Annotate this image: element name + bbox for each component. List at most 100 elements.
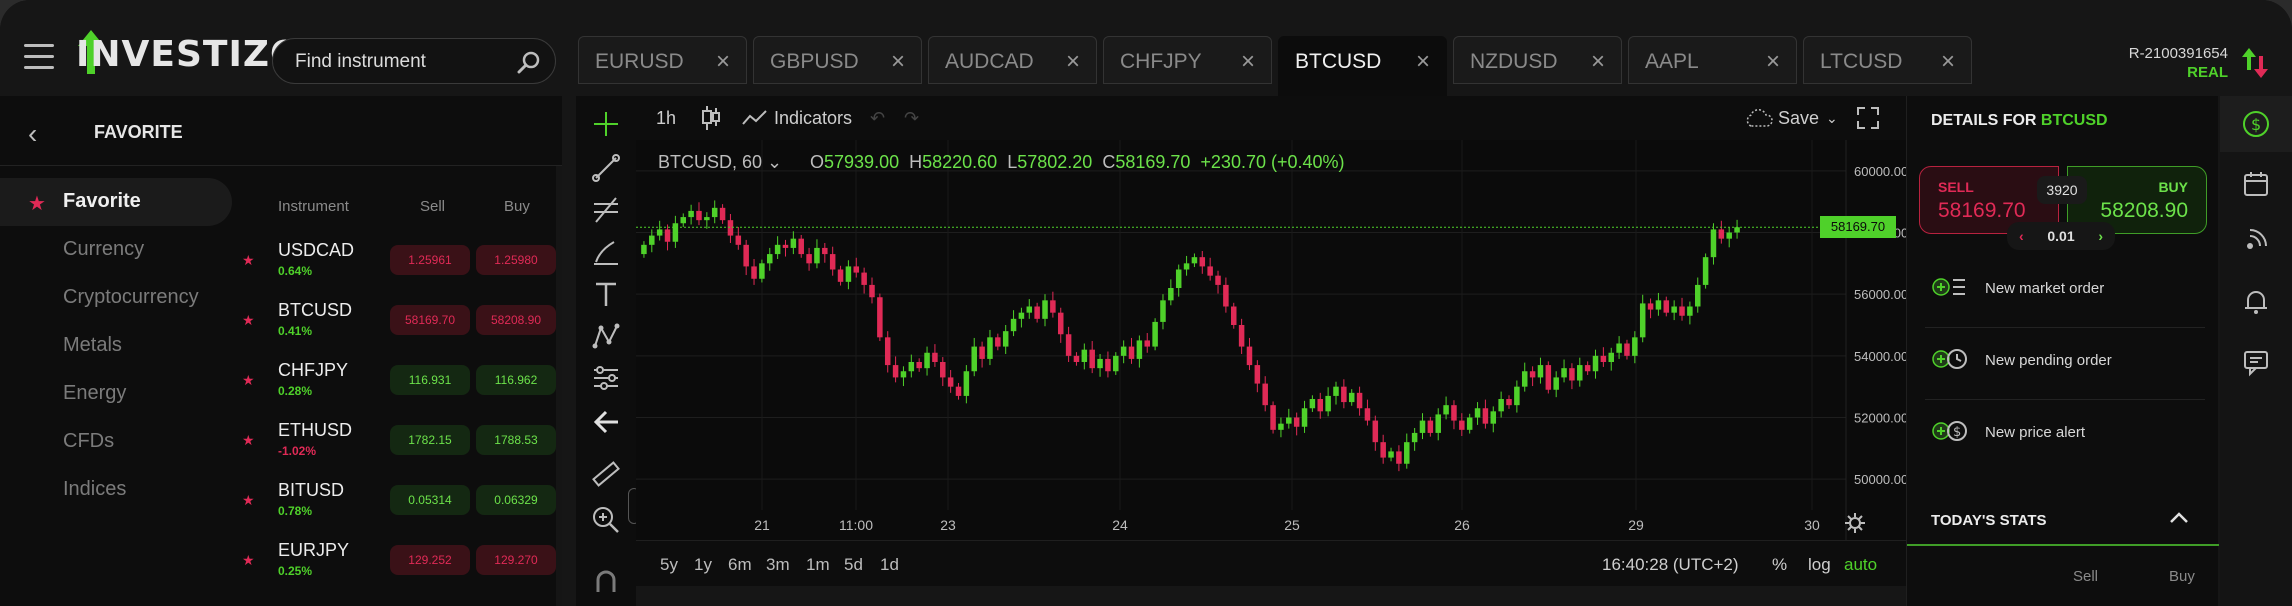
trading-icon[interactable]: $ bbox=[2240, 108, 2272, 140]
sell-price-pill[interactable]: 1.25961 bbox=[390, 245, 470, 275]
account-info[interactable]: R-2100391654 REAL bbox=[2129, 44, 2228, 82]
redo-icon[interactable]: ↷ bbox=[904, 108, 919, 129]
clock-readout[interactable]: 16:40:28 (UTC+2) bbox=[1602, 555, 1739, 575]
buy-price-pill[interactable]: 1.25980 bbox=[476, 245, 556, 275]
close-tab-icon[interactable]: × bbox=[891, 48, 905, 76]
instrument-row[interactable]: ★ ETHUSD -1.02% 1782.15 1788.53 bbox=[242, 410, 558, 470]
arrow-left-icon[interactable] bbox=[590, 406, 622, 438]
account-switch-icon[interactable] bbox=[2242, 48, 2268, 78]
decrease-lot-icon[interactable]: ‹ bbox=[2019, 222, 2024, 250]
range-1y[interactable]: 1y bbox=[694, 555, 712, 575]
close-tab-icon[interactable]: × bbox=[1241, 48, 1255, 76]
crosshair-icon[interactable] bbox=[590, 108, 622, 140]
ruler-icon[interactable] bbox=[590, 458, 622, 490]
candles-type-icon[interactable] bbox=[702, 106, 720, 130]
category-cryptocurrency[interactable]: Cryptocurrency bbox=[0, 274, 232, 322]
range-1m[interactable]: 1m bbox=[806, 555, 830, 575]
fullscreen-icon[interactable] bbox=[1856, 106, 1880, 130]
measure-tool-icon[interactable] bbox=[590, 362, 622, 394]
candlestick-chart-svg[interactable]: 60000.0058000.0056000.0054000.0052000.00… bbox=[636, 140, 1908, 540]
instrument-row[interactable]: ★ USDCAD 0.64% 1.25961 1.25980 bbox=[242, 230, 558, 290]
save-button[interactable]: Save bbox=[1778, 108, 1819, 129]
tab-aapl[interactable]: AAPL × bbox=[1628, 36, 1797, 84]
sell-price-pill[interactable]: 129.252 bbox=[390, 545, 470, 575]
instrument-row[interactable]: ★ EURJPY 0.25% 129.252 129.270 bbox=[242, 530, 558, 590]
category-indices[interactable]: Indices bbox=[0, 466, 232, 514]
calendar-icon[interactable] bbox=[2240, 168, 2272, 200]
instrument-row[interactable]: ★ BITUSD 0.78% 0.05314 0.06329 bbox=[242, 470, 558, 530]
auto-toggle[interactable]: auto bbox=[1844, 555, 1877, 575]
category-currency[interactable]: Currency bbox=[0, 226, 232, 274]
category-favorite[interactable]: ★ Favorite bbox=[0, 178, 232, 226]
favorite-star-icon[interactable]: ★ bbox=[242, 372, 255, 389]
magnet-icon[interactable] bbox=[590, 566, 622, 598]
close-tab-icon[interactable]: × bbox=[1066, 48, 1080, 76]
chart-settings-icon[interactable] bbox=[1844, 512, 1866, 534]
chart-legend-symbol[interactable]: BTCUSD, 60 ⌄ bbox=[658, 152, 782, 173]
tab-audcad[interactable]: AUDCAD × bbox=[928, 36, 1097, 84]
search-icon[interactable] bbox=[517, 50, 541, 74]
buy-price-pill[interactable]: 58208.90 bbox=[476, 305, 556, 335]
range-5d[interactable]: 5d bbox=[844, 555, 863, 575]
todays-stats-header[interactable]: TODAY'S STATS bbox=[1907, 496, 2219, 546]
new-pending-order-button[interactable]: New pending order bbox=[1925, 328, 2205, 400]
chat-icon[interactable] bbox=[2240, 346, 2272, 378]
instrument-row[interactable]: ★ CHFJPY 0.28% 116.931 116.962 bbox=[242, 350, 558, 410]
tab-btcusd[interactable]: BTCUSD × bbox=[1278, 36, 1447, 96]
sell-price-pill[interactable]: 0.05314 bbox=[390, 485, 470, 515]
close-tab-icon[interactable]: × bbox=[716, 48, 730, 76]
text-tool-icon[interactable] bbox=[590, 278, 622, 310]
lot-stepper[interactable]: ‹ 0.01 › bbox=[2007, 222, 2115, 250]
buy-price-pill[interactable]: 1788.53 bbox=[476, 425, 556, 455]
zoom-icon[interactable] bbox=[590, 504, 622, 536]
brush-icon[interactable] bbox=[590, 236, 622, 268]
favorite-star-icon[interactable]: ★ bbox=[242, 552, 255, 569]
tab-ltcusd[interactable]: LTCUSD × bbox=[1803, 36, 1972, 84]
favorite-star-icon[interactable]: ★ bbox=[242, 312, 255, 329]
favorite-star-icon[interactable]: ★ bbox=[242, 432, 255, 449]
range-5y[interactable]: 5y bbox=[660, 555, 678, 575]
buy-price-pill[interactable]: 129.270 bbox=[476, 545, 556, 575]
pattern-tool-icon[interactable] bbox=[590, 320, 622, 352]
panel-scrollbar[interactable] bbox=[556, 166, 562, 606]
sell-price-pill[interactable]: 58169.70 bbox=[390, 305, 470, 335]
tab-nzdusd[interactable]: NZDUSD × bbox=[1453, 36, 1622, 84]
tab-gbpusd[interactable]: GBPUSD × bbox=[753, 36, 922, 84]
buy-price-pill[interactable]: 0.06329 bbox=[476, 485, 556, 515]
sell-price-pill[interactable]: 116.931 bbox=[390, 365, 470, 395]
notifications-bell-icon[interactable] bbox=[2240, 286, 2272, 318]
trend-line-icon[interactable] bbox=[590, 152, 622, 184]
instrument-row[interactable]: ★ BTCUSD 0.41% 58169.70 58208.90 bbox=[242, 290, 558, 350]
close-tab-icon[interactable]: × bbox=[1416, 48, 1430, 76]
interval-selector[interactable]: 1h bbox=[656, 108, 676, 129]
category-cfds[interactable]: CFDs bbox=[0, 418, 232, 466]
undo-icon[interactable]: ↶ bbox=[870, 108, 885, 129]
range-3m[interactable]: 3m bbox=[766, 555, 790, 575]
back-chevron-icon[interactable]: ‹ bbox=[28, 118, 37, 150]
fib-tool-icon[interactable] bbox=[590, 194, 622, 226]
tab-eurusd[interactable]: EURUSD × bbox=[578, 36, 747, 84]
close-tab-icon[interactable]: × bbox=[1591, 48, 1605, 76]
range-6m[interactable]: 6m bbox=[728, 555, 752, 575]
price-chart[interactable]: 60000.0058000.0056000.0054000.0052000.00… bbox=[636, 140, 1908, 540]
range-1d[interactable]: 1d bbox=[880, 555, 899, 575]
log-toggle[interactable]: log bbox=[1808, 555, 1831, 575]
logo[interactable]: INVESTIZO bbox=[76, 34, 302, 84]
search-input[interactable] bbox=[295, 49, 515, 75]
increase-lot-icon[interactable]: › bbox=[2098, 222, 2103, 250]
buy-price-pill[interactable]: 116.962 bbox=[476, 365, 556, 395]
percent-toggle[interactable]: % bbox=[1772, 555, 1787, 575]
new-price-alert-button[interactable]: $ New price alert bbox=[1925, 400, 2205, 472]
indicators-button[interactable]: Indicators bbox=[774, 108, 852, 129]
tab-chfjpy[interactable]: CHFJPY × bbox=[1103, 36, 1272, 84]
new-market-order-button[interactable]: New market order bbox=[1925, 256, 2205, 328]
close-tab-icon[interactable]: × bbox=[1941, 48, 1955, 76]
indicators-icon[interactable] bbox=[742, 108, 768, 128]
favorite-star-icon[interactable]: ★ bbox=[242, 252, 255, 269]
sell-price-pill[interactable]: 1782.15 bbox=[390, 425, 470, 455]
signal-icon[interactable] bbox=[2240, 224, 2272, 256]
chevron-up-icon[interactable] bbox=[2169, 510, 2189, 524]
menu-icon[interactable] bbox=[24, 44, 54, 70]
category-energy[interactable]: Energy bbox=[0, 370, 232, 418]
favorite-star-icon[interactable]: ★ bbox=[242, 492, 255, 509]
